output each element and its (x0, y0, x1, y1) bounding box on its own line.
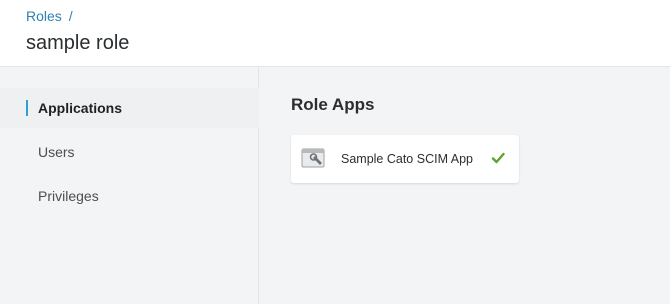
breadcrumb: Roles / (26, 8, 73, 24)
sidebar-item-label: Privileges (38, 188, 99, 204)
breadcrumb-separator: / (68, 8, 73, 24)
wrench-window-icon (301, 147, 327, 171)
section-title: Role Apps (291, 95, 375, 114)
active-indicator (26, 100, 28, 116)
sidebar: Applications Users Privileges (0, 67, 259, 304)
main-content: Role Apps Sample Cato SCIM App (260, 67, 670, 304)
breadcrumb-roles-link[interactable]: Roles (26, 8, 62, 24)
page-title: sample role (26, 32, 130, 54)
sidebar-item-applications[interactable]: Applications (0, 88, 259, 128)
sidebar-item-label: Applications (38, 100, 123, 116)
sidebar-item-privileges[interactable]: Privileges (0, 176, 259, 216)
app-card[interactable]: Sample Cato SCIM App (291, 135, 519, 183)
sidebar-item-label: Users (38, 144, 75, 160)
page-header: Roles / sample role (0, 0, 670, 67)
app-name: Sample Cato SCIM App (341, 152, 474, 166)
check-icon (491, 151, 505, 165)
sidebar-item-users[interactable]: Users (0, 132, 259, 172)
